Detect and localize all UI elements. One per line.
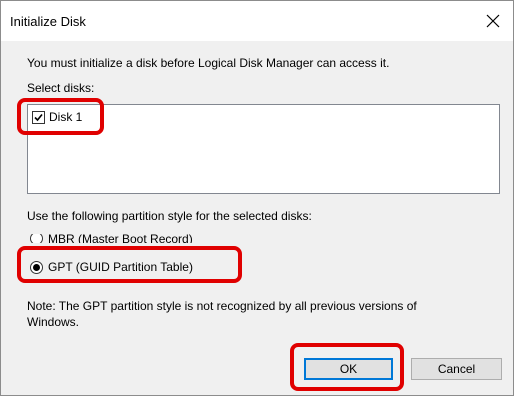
radio-selected-icon[interactable] [30,260,43,274]
note-text-line-1: Note: The GPT partition style is not rec… [27,299,417,313]
gpt-option-label: GPT (GUID Partition Table) [48,260,193,274]
disk-list[interactable]: Disk 1 [27,104,500,194]
checkbox-checked-icon[interactable] [32,110,45,124]
cancel-button[interactable]: Cancel [411,358,502,380]
ok-button[interactable]: OK [304,358,393,380]
mbr-option-label: MBR (Master Boot Record) [48,234,193,243]
title-bar: Initialize Disk [1,1,513,41]
intro-text: You must initialize a disk before Logica… [27,56,390,70]
window-title: Initialize Disk [10,14,86,29]
radio-option-gpt[interactable]: GPT (GUID Partition Table) [30,260,193,274]
initialize-disk-dialog: Initialize Disk You must initialize a di… [0,0,514,396]
disk-label: Disk 1 [49,110,83,124]
close-icon[interactable] [481,9,505,33]
note-text-line-2: Windows. [27,315,80,329]
partition-style-label: Use the following partition style for th… [27,209,312,223]
ok-button-label: OK [339,362,358,376]
radio-unselected-icon[interactable] [30,234,43,243]
list-item-disk-1[interactable]: Disk 1 [32,109,82,125]
cancel-button-label: Cancel [437,362,476,376]
select-disks-label: Select disks: [27,81,95,95]
radio-option-mbr[interactable]: MBR (Master Boot Record) [30,234,193,243]
